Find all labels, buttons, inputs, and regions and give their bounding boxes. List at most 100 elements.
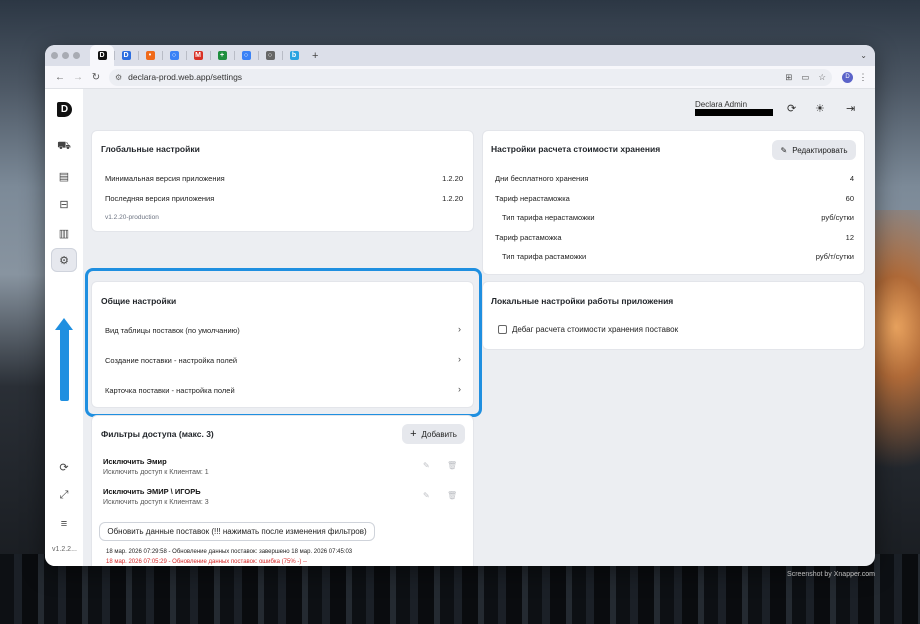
browser-tab[interactable]: + (210, 45, 234, 66)
annotation-arrow (55, 318, 73, 401)
browser-tab[interactable]: b (282, 45, 306, 66)
new-tab-button[interactable]: + (312, 50, 318, 62)
tab-bar: D D • ○ M + ○ ○ b + ⌄ (45, 45, 875, 66)
setting-label: Дни бесплатного хранения (495, 174, 589, 183)
tab-search-icon[interactable]: ⌄ (860, 51, 867, 60)
refresh-shipments-button[interactable]: Обновить данные поставок (!!! нажимать п… (99, 522, 375, 541)
fullscreen-icon[interactable]: ⤢ (51, 483, 77, 507)
theme-sun-icon[interactable]: ☀ (815, 102, 825, 115)
settings-gear-icon[interactable]: ⚙ (51, 248, 77, 272)
forward-icon[interactable]: → (69, 72, 87, 83)
maximize-window-button[interactable] (73, 52, 80, 59)
app: D ⛟ ▤ ⊟ ▥ ⚙ ⟳ ⤢ ≡ v1.2.2... Declara Admi… (45, 89, 875, 566)
bookmark-star-icon[interactable]: ☆ (818, 72, 826, 83)
card-title: Локальные настройки работы приложения (491, 296, 674, 306)
search-icon: ○ (241, 51, 251, 60)
url-text: declara-prod.web.app/settings (128, 72, 243, 82)
declara-favicon-blue: D (121, 51, 131, 60)
access-filters-card: Фильтры доступа (макс. 3) + Добавить Иск… (91, 415, 474, 566)
translate-icon[interactable]: ⊞ (785, 72, 792, 83)
filter-name: Исключить Эмир (103, 457, 167, 466)
setting-label: Тариф растаможка (495, 233, 562, 242)
sync-icon[interactable]: ⟳ (51, 455, 77, 479)
add-filter-label: Добавить (421, 429, 457, 439)
minimize-window-button[interactable] (62, 52, 69, 59)
card-title: Настройки расчета стоимости хранения (491, 144, 661, 154)
profile-avatar[interactable]: D (842, 71, 853, 83)
browser-tab[interactable]: ○ (258, 45, 282, 66)
filter-detail: Исключить доступ к Клиентам: 1 (103, 469, 209, 476)
tab-strip: D D • ○ M + ○ ○ b (90, 45, 306, 66)
edit-filter-icon[interactable]: ✎ (423, 491, 430, 500)
truck-icon[interactable]: ⛟ (51, 135, 77, 159)
reload-icon[interactable]: ↻ (87, 72, 105, 83)
browser-tab[interactable]: ○ (162, 45, 186, 66)
address-bar: ← → ↻ ⚙ declara-prod.web.app/settings ⊞ … (45, 66, 875, 89)
edit-filter-icon[interactable]: ✎ (423, 461, 430, 470)
setting-value: 1.2.20 (442, 194, 463, 203)
log-entry: 18 мар. 2026 07:29:58 - Обновление данны… (106, 549, 353, 555)
setting-value: 1.2.20 (442, 174, 463, 183)
search-icon: ○ (169, 51, 179, 60)
logout-icon[interactable]: ⇥ (846, 102, 855, 115)
card-title: Фильтры доступа (макс. 3) (101, 429, 214, 439)
debug-checkbox-label: Дебаг расчета стоимости хранения поставо… (512, 325, 679, 334)
debug-checkbox[interactable] (498, 325, 507, 334)
setting-label: Тип тарифа нерастаможки (502, 213, 595, 222)
setting-value: 4 (849, 174, 854, 183)
settings-icon: ○ (265, 51, 275, 60)
sidebar: D ⛟ ▤ ⊟ ▥ ⚙ ⟳ ⤢ ≡ v1.2.2... (45, 89, 83, 566)
gmail-icon: M (193, 51, 203, 60)
cast-icon[interactable]: ▭ (801, 72, 809, 83)
delete-filter-icon[interactable]: 🗑 (447, 491, 457, 500)
browser-tab[interactable]: D (114, 45, 138, 66)
filter-detail: Исключить доступ к Клиентам: 3 (103, 499, 209, 506)
setting-value: 60 (845, 194, 854, 203)
setting-value: 12 (845, 233, 854, 242)
delete-filter-icon[interactable]: 🗑 (447, 461, 457, 470)
fire-icon: • (145, 51, 155, 60)
card-title: Глобальные настройки (101, 144, 200, 154)
menu-icon[interactable]: ≡ (51, 512, 77, 536)
close-window-button[interactable] (51, 52, 58, 59)
global-settings-card: Глобальные настройки Минимальная версия … (91, 130, 474, 232)
redacted-email (695, 109, 773, 116)
setting-label: Последняя версия приложения (105, 194, 215, 203)
browser-tab[interactable]: D (90, 45, 114, 66)
site-info-icon[interactable]: ⚙ (115, 73, 122, 82)
watermark: Screenshot by Xnapper.com (787, 571, 875, 578)
setting-value: руб/сутки (821, 213, 854, 222)
filter-name: Исключить ЭМИР \ ИГОРЬ (103, 487, 201, 496)
edit-button[interactable]: ✎ Редактировать (772, 140, 856, 160)
browser-tab[interactable]: • (138, 45, 162, 66)
bing-icon: b (289, 51, 299, 60)
browser-tab[interactable]: ○ (234, 45, 258, 66)
highlight-box (85, 268, 482, 417)
edit-button-label: Редактировать (792, 145, 848, 155)
local-settings-card: Локальные настройки работы приложения (482, 281, 865, 350)
sheets-icon: + (217, 51, 227, 60)
main-content: Declara Admin ⟳ ☀ ⇥ Глобальные настройки… (83, 89, 875, 566)
app-version: v1.2.2... (52, 546, 77, 553)
briefcase-icon[interactable]: ⊟ (51, 192, 77, 216)
browser-tab[interactable]: M (186, 45, 210, 66)
pencil-icon: ✎ (780, 145, 788, 155)
back-icon[interactable]: ← (51, 72, 69, 83)
user-name: Declara Admin (695, 100, 748, 109)
document-icon[interactable]: ▤ (51, 164, 77, 188)
setting-label: Тип тарифа растаможки (502, 252, 587, 261)
declara-favicon: D (97, 51, 107, 60)
browser-menu-icon[interactable]: ⋮ (857, 72, 869, 83)
app-logo[interactable]: D (57, 102, 72, 117)
add-filter-button[interactable]: + Добавить (402, 424, 465, 444)
setting-value: руб/т/сутки (815, 252, 854, 261)
storage-settings-card: Настройки расчета стоимости хранения ✎ Р… (482, 130, 865, 275)
plus-icon: + (410, 428, 417, 440)
browser-window: D D • ○ M + ○ ○ b + ⌄ ← → ↻ ⚙ declara-prod.web.a… (45, 45, 875, 566)
log-entry-error: 18 мар. 2026 07:05:29 - Обновление данны… (106, 559, 307, 565)
setting-label: Минимальная версия приложения (105, 174, 225, 183)
url-field[interactable]: ⚙ declara-prod.web.app/settings ⊞ ▭ ☆ (109, 68, 832, 86)
build-version: v1.2.20-production (105, 214, 159, 221)
refresh-icon[interactable]: ⟳ (787, 102, 796, 115)
building-icon[interactable]: ▥ (51, 221, 77, 245)
